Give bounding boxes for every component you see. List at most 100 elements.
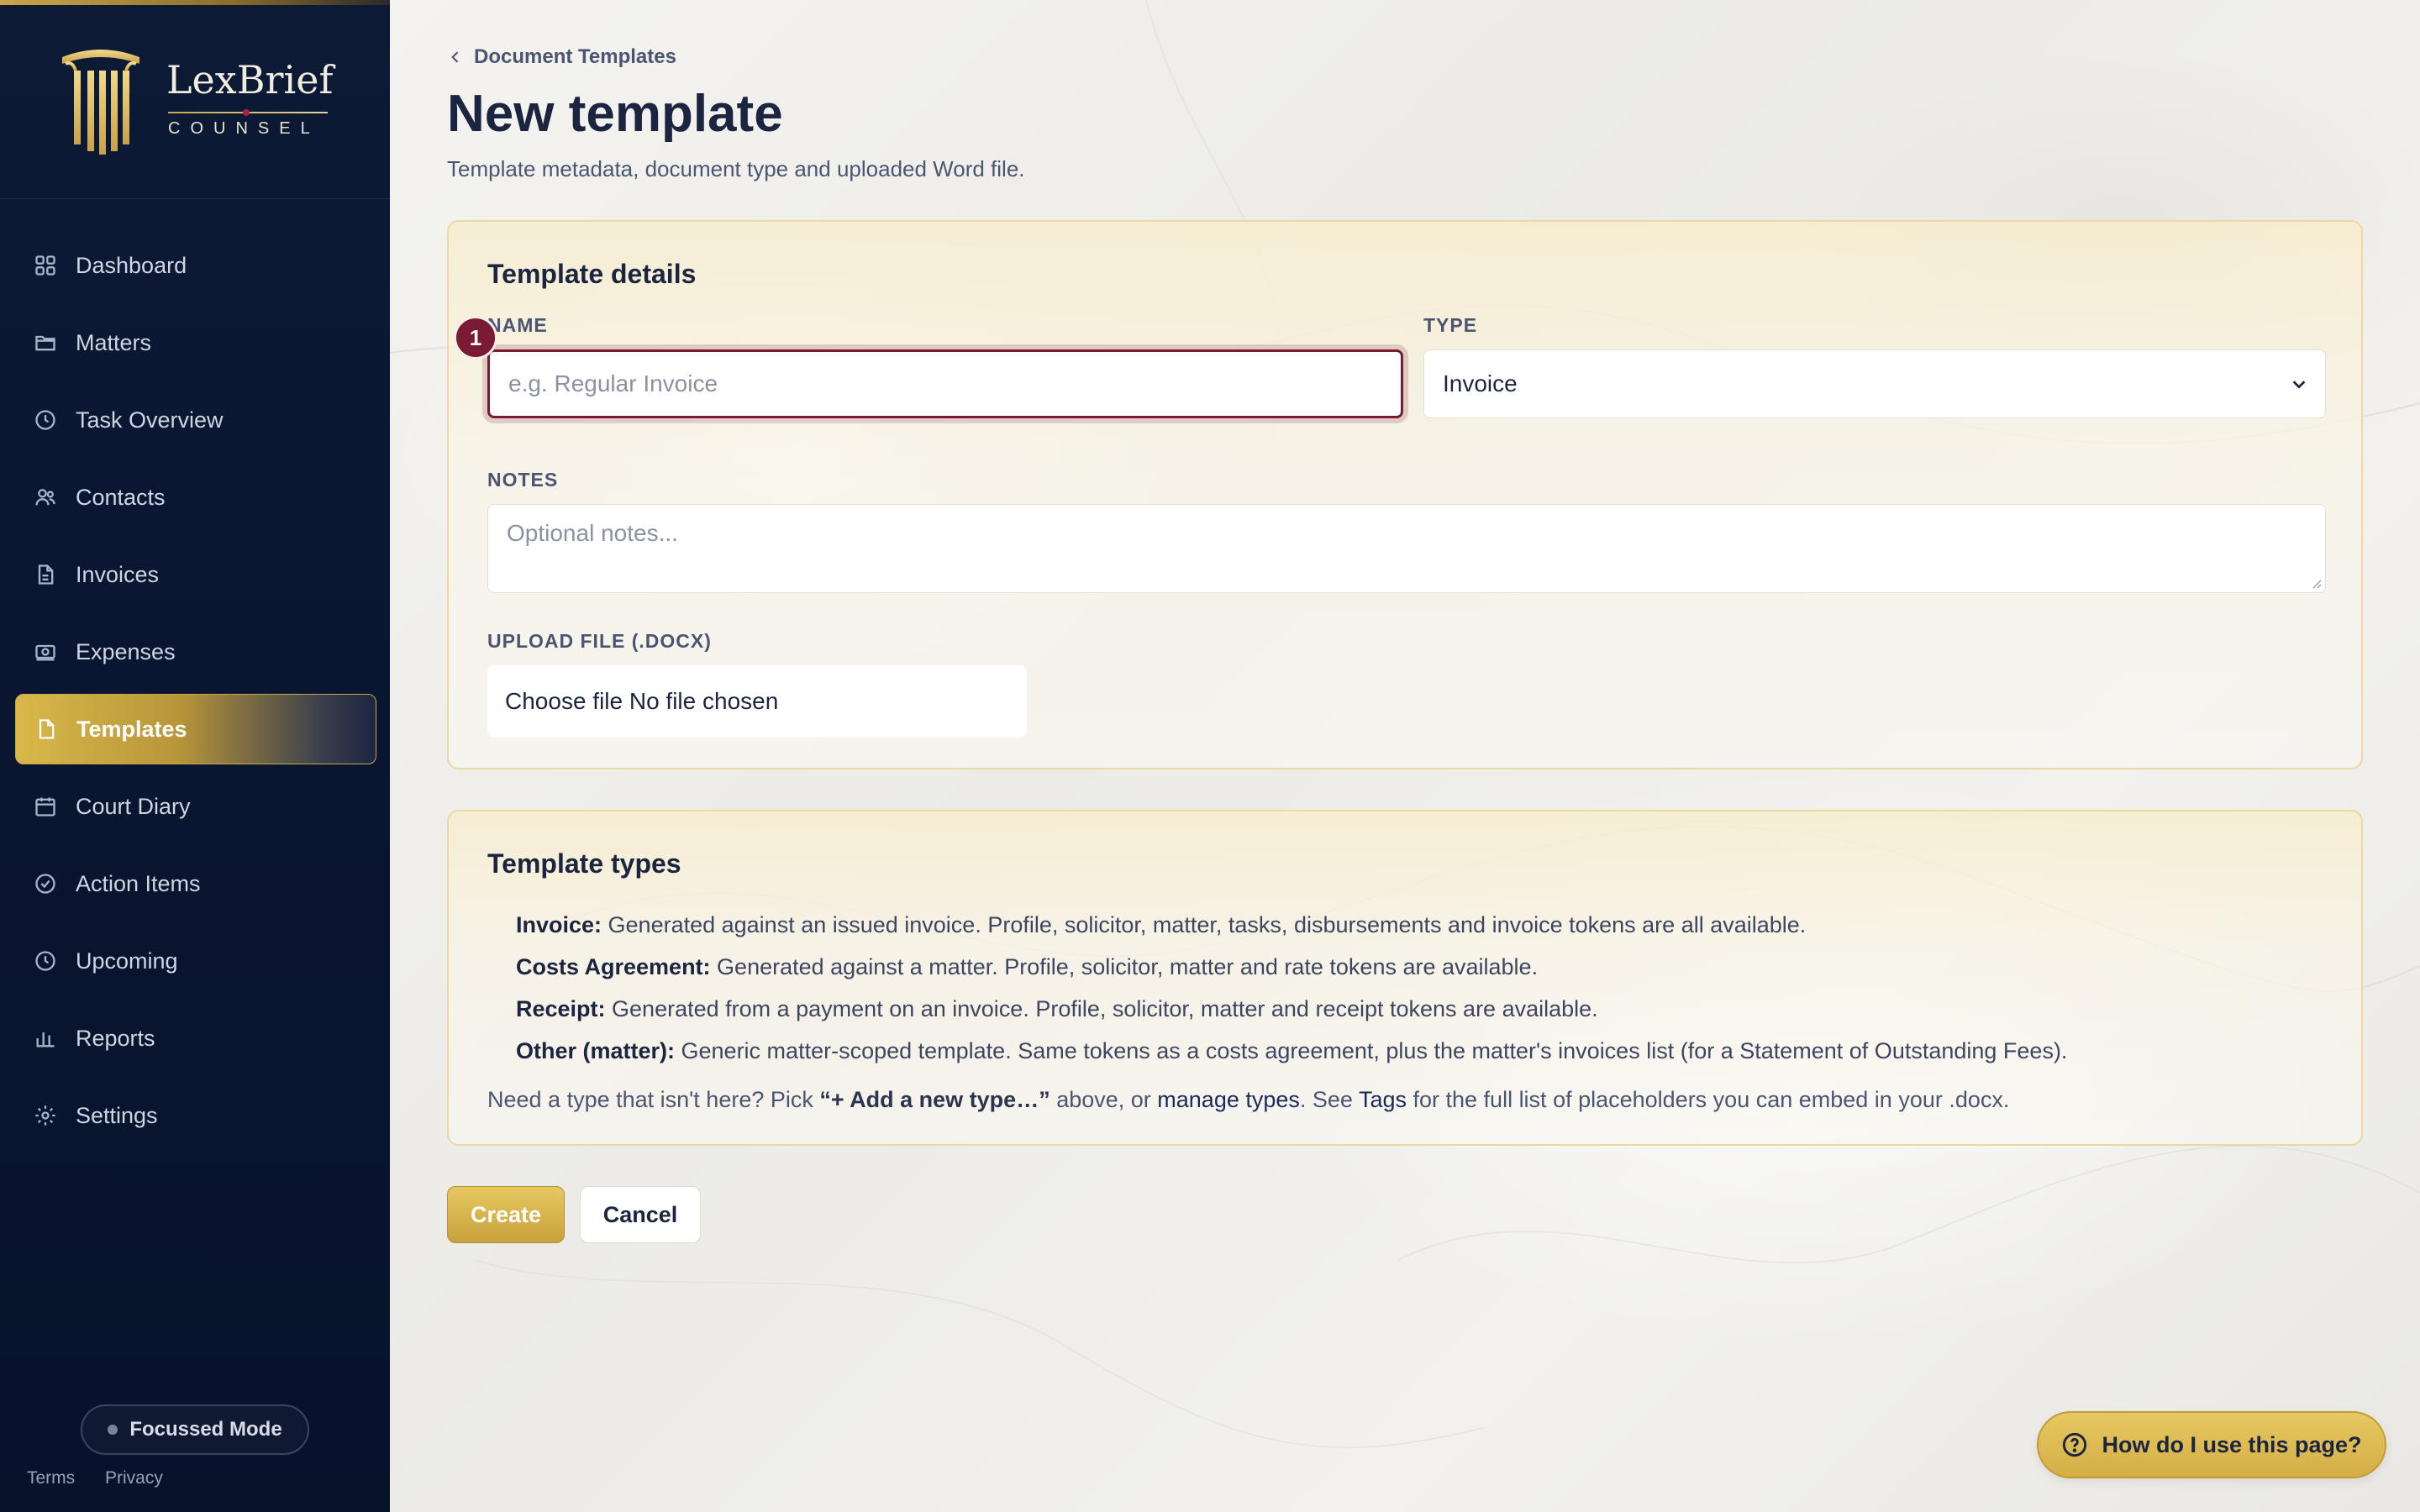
list-item: Receipt: Generated from a payment on an … bbox=[516, 988, 2067, 1030]
sidebar-item-settings[interactable]: Settings bbox=[15, 1080, 376, 1151]
page-subtitle: Template metadata, document type and upl… bbox=[447, 156, 1025, 181]
help-text: Need a type that isn't here? Pick bbox=[487, 1087, 820, 1112]
type-name: Other (matter): bbox=[516, 1038, 676, 1063]
help-text: for the full list of placeholders you ca… bbox=[1407, 1087, 2010, 1112]
manage-types-link[interactable]: manage types bbox=[1157, 1087, 1300, 1112]
cancel-button[interactable]: Cancel bbox=[580, 1186, 701, 1243]
sidebar-item-label: Matters bbox=[76, 329, 152, 355]
sidebar-item-label: Templates bbox=[76, 716, 187, 742]
help-text: above, or bbox=[1050, 1087, 1158, 1112]
upload-label: UPLOAD FILE (.DOCX) bbox=[487, 630, 712, 652]
file-upload-status: Choose file No file chosen bbox=[505, 688, 779, 714]
sidebar-item-label: Reports bbox=[76, 1025, 155, 1051]
sidebar-item-label: Dashboard bbox=[76, 252, 187, 278]
type-select[interactable]: Invoice bbox=[1423, 349, 2326, 418]
list-item: Other (matter): Generic matter-scoped te… bbox=[516, 1030, 2067, 1072]
sidebar-item-label: Task Overview bbox=[76, 407, 224, 433]
type-description: Generated from a payment on an invoice. … bbox=[605, 996, 1598, 1021]
focussed-mode-label: Focussed Mode bbox=[129, 1418, 282, 1441]
sidebar-item-task-overview[interactable]: Task Overview bbox=[15, 385, 376, 455]
sidebar-top-accent bbox=[0, 0, 390, 5]
users-icon bbox=[34, 486, 57, 509]
type-name: Invoice: bbox=[516, 912, 602, 937]
sidebar-divider bbox=[0, 198, 390, 199]
calendar-icon bbox=[34, 795, 57, 818]
breadcrumb-label: Document Templates bbox=[474, 45, 676, 68]
sidebar-item-matters[interactable]: Matters bbox=[15, 307, 376, 378]
type-selected-value: Invoice bbox=[1443, 370, 1518, 396]
tags-link[interactable]: Tags bbox=[1359, 1087, 1407, 1112]
type-description: Generic matter-scoped template. Same tok… bbox=[675, 1038, 2068, 1063]
notes-textarea[interactable]: Optional notes... bbox=[487, 504, 2326, 593]
help-emphasis: “+ Add a new type…” bbox=[819, 1087, 1050, 1112]
notes-placeholder: Optional notes... bbox=[507, 520, 678, 546]
type-label: TYPE bbox=[1423, 314, 1478, 336]
type-description: Generated against a matter. Profile, sol… bbox=[710, 954, 1539, 979]
notes-label: NOTES bbox=[487, 469, 559, 491]
clock-icon bbox=[34, 949, 57, 973]
section-title: Template details bbox=[487, 259, 697, 289]
check-circle-icon bbox=[34, 872, 57, 895]
template-types-card: Template types Invoice: Generated agains… bbox=[447, 810, 2363, 1146]
sidebar-item-dashboard[interactable]: Dashboard bbox=[15, 230, 376, 301]
section-title: Template types bbox=[487, 848, 681, 879]
sidebar-item-invoices[interactable]: Invoices bbox=[15, 539, 376, 610]
help-text: . See bbox=[1299, 1087, 1359, 1112]
sidebar-item-expenses[interactable]: Expenses bbox=[15, 617, 376, 687]
sidebar-item-court-diary[interactable]: Court Diary bbox=[15, 771, 376, 842]
list-item: Costs Agreement: Generated against a mat… bbox=[516, 946, 2067, 988]
page-title: New template bbox=[447, 85, 783, 143]
sidebar-item-label: Upcoming bbox=[76, 948, 178, 974]
footer-links: Terms Privacy bbox=[27, 1468, 188, 1488]
sidebar-item-contacts[interactable]: Contacts bbox=[15, 462, 376, 533]
breadcrumb[interactable]: Document Templates bbox=[447, 45, 676, 69]
focussed-mode-toggle[interactable]: Focussed Mode bbox=[81, 1404, 309, 1455]
list-item: Invoice: Generated against an issued inv… bbox=[516, 904, 2067, 946]
sidebar-item-action-items[interactable]: Action Items bbox=[15, 848, 376, 919]
grid-icon bbox=[34, 254, 57, 277]
sidebar-nav: Dashboard Matters Task Overview Contacts… bbox=[15, 230, 376, 1158]
help-label: How do I use this page? bbox=[2102, 1431, 2362, 1457]
privacy-link[interactable]: Privacy bbox=[105, 1468, 163, 1488]
type-name: Receipt: bbox=[516, 996, 606, 1021]
sidebar-item-upcoming[interactable]: Upcoming bbox=[15, 926, 376, 996]
chevron-down-icon bbox=[2292, 381, 2306, 389]
chevron-left-icon bbox=[451, 51, 459, 63]
sidebar: LexBrief COUNSEL Dashboard Matters Task … bbox=[0, 0, 390, 1512]
template-types-list: Invoice: Generated against an issued inv… bbox=[516, 904, 2067, 1072]
sidebar-item-label: Action Items bbox=[76, 870, 201, 896]
question-icon bbox=[2063, 1432, 2087, 1457]
sidebar-item-label: Expenses bbox=[76, 638, 176, 664]
terms-link[interactable]: Terms bbox=[27, 1468, 75, 1488]
file-upload-input[interactable]: Choose file No file chosen bbox=[487, 665, 1027, 738]
sidebar-item-label: Settings bbox=[76, 1102, 158, 1128]
name-placeholder: e.g. Regular Invoice bbox=[508, 370, 718, 396]
help-button[interactable]: How do I use this page? bbox=[2037, 1411, 2386, 1478]
types-help-text: Need a type that isn't here? Pick “+ Add… bbox=[487, 1087, 2009, 1113]
folder-icon bbox=[34, 331, 57, 354]
brand-dot bbox=[243, 109, 250, 116]
resize-handle-icon[interactable] bbox=[2310, 577, 2322, 589]
pillar-logo-icon bbox=[62, 50, 139, 155]
create-button[interactable]: Create bbox=[447, 1186, 565, 1243]
clock-icon bbox=[34, 408, 57, 432]
sidebar-item-label: Invoices bbox=[76, 561, 160, 587]
template-details-card: Template details NAME e.g. Regular Invoi… bbox=[447, 220, 2363, 769]
document-icon bbox=[34, 717, 58, 741]
gear-icon bbox=[34, 1104, 57, 1127]
sidebar-item-templates[interactable]: Templates bbox=[15, 694, 376, 764]
bar-chart-icon bbox=[34, 1026, 57, 1050]
file-icon bbox=[34, 563, 57, 586]
brand-name: LexBrief bbox=[166, 57, 334, 102]
money-icon bbox=[34, 640, 57, 664]
sidebar-item-reports[interactable]: Reports bbox=[15, 1003, 376, 1074]
sidebar-item-label: Contacts bbox=[76, 484, 166, 510]
sidebar-item-label: Court Diary bbox=[76, 793, 191, 819]
status-dot bbox=[108, 1425, 118, 1435]
brand-subtitle: COUNSEL bbox=[168, 119, 320, 138]
brand-logo[interactable]: LexBrief COUNSEL bbox=[57, 42, 343, 160]
step-badge: 1 bbox=[454, 316, 497, 360]
type-description: Generated against an issued invoice. Pro… bbox=[602, 912, 1807, 937]
type-name: Costs Agreement: bbox=[516, 954, 711, 979]
name-input[interactable]: e.g. Regular Invoice bbox=[487, 349, 1403, 418]
